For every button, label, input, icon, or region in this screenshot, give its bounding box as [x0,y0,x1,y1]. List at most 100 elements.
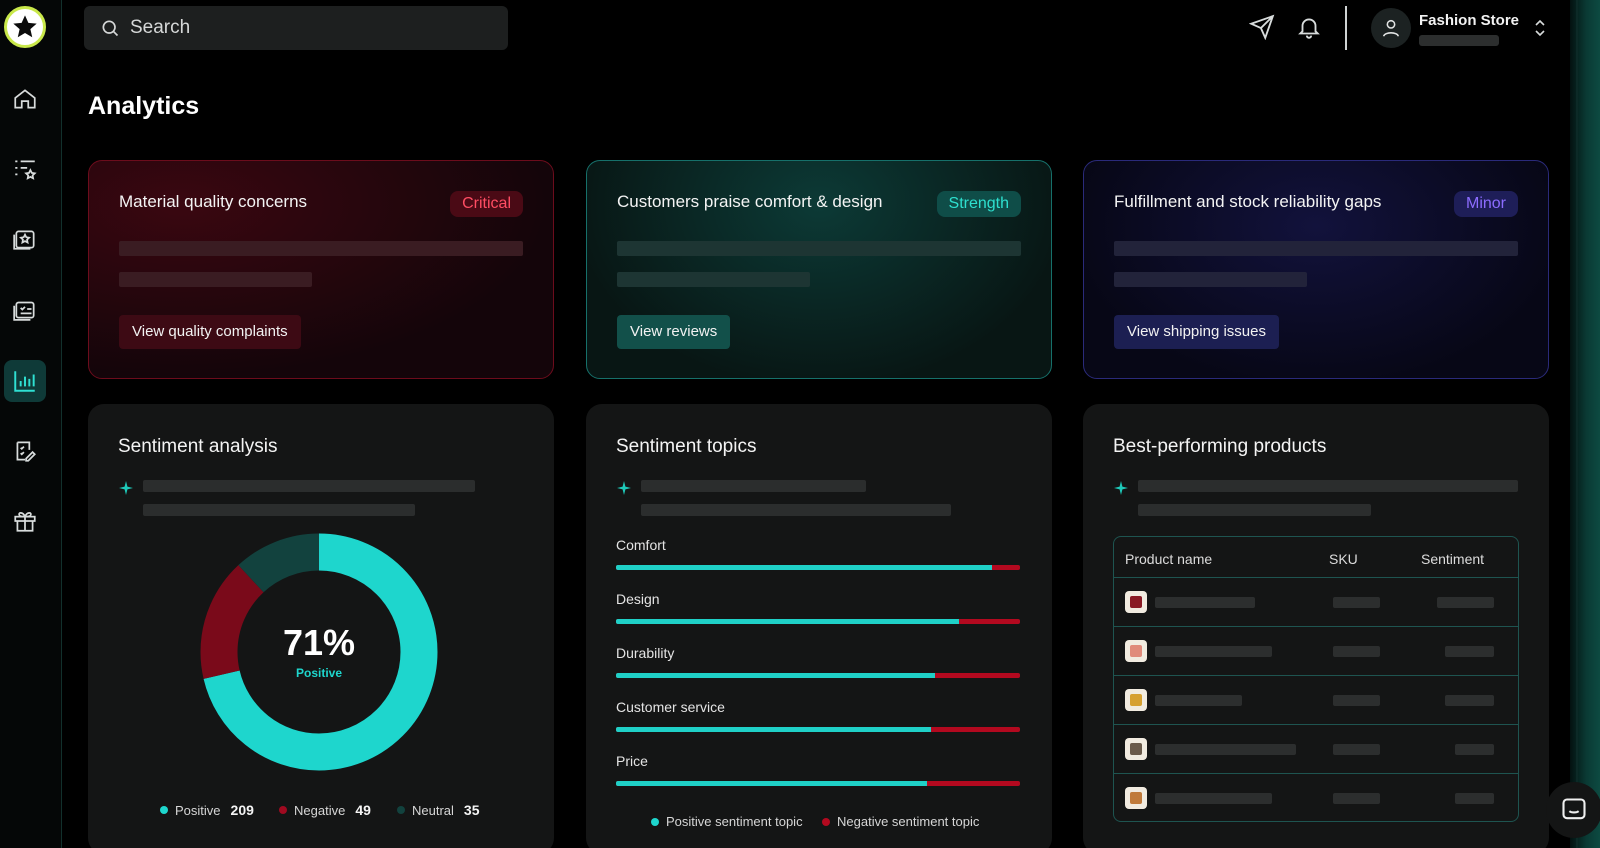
window-edge [1570,0,1600,848]
chat-icon [1562,798,1586,820]
text-placeholder [119,241,523,256]
product-thumbnail [1125,689,1147,711]
sidebar [0,0,62,848]
user-avatar[interactable] [1371,8,1411,48]
topic-label: Price [616,753,648,769]
search-input[interactable]: Search [84,6,508,50]
sentiment-analysis-card: Sentiment analysis 71% Positive Positive… [88,404,554,848]
products-table: Product name SKU Sentiment [1113,536,1519,822]
positive-percent: 71% [282,622,356,663]
positive-fill [616,781,928,786]
table-row[interactable] [1114,675,1518,724]
text-placeholder [617,241,1021,256]
reviews-icon[interactable] [4,218,46,260]
text-placeholder [1455,744,1494,755]
card-title: Sentiment analysis [118,436,278,457]
star-logo-icon[interactable] [4,6,46,48]
legend-neutral: Neutral 35 [397,802,480,818]
topic-label: Comfort [616,537,666,553]
topic-label: Design [616,591,660,607]
legend-label: Positive sentiment topic [666,814,803,829]
text-placeholder [143,504,415,516]
header-divider [1345,6,1347,50]
list-star-icon[interactable] [4,148,46,190]
text-placeholder [641,504,951,516]
text-placeholder [1333,793,1380,804]
text-placeholder [1455,793,1494,804]
topic-bar-comfort [616,565,1020,570]
legend-label: Negative [294,802,346,818]
text-placeholder [1445,646,1494,657]
text-placeholder [1333,744,1380,755]
legend-dot [279,806,287,814]
card-title: Sentiment topics [616,436,757,457]
chat-support-button[interactable] [1546,782,1600,838]
text-placeholder [1437,597,1494,608]
insight-card-fulfillment: Fulfillment and stock reliability gaps M… [1083,160,1549,379]
home-icon[interactable] [4,78,46,120]
insight-card-praise: Customers praise comfort & design Streng… [586,160,1052,379]
edge-divider [1576,0,1578,848]
view-quality-complaints-button[interactable]: View quality complaints [119,315,301,349]
column-header[interactable]: SKU [1329,551,1358,567]
card-title: Best-performing products [1113,436,1327,457]
legend-dot [397,806,405,814]
product-thumbnail [1125,738,1147,760]
text-placeholder [1114,241,1518,256]
legend-dot [651,817,659,826]
column-header[interactable]: Sentiment [1421,551,1484,567]
product-thumbnail [1125,640,1147,662]
bell-icon[interactable] [1296,14,1322,40]
status-badge: Critical [450,191,523,217]
best-products-card: Best-performing products Product name SK… [1083,404,1549,848]
search-icon [102,20,119,37]
analytics-icon[interactable] [4,360,46,402]
topic-bar-price [616,781,1020,786]
text-placeholder [1155,695,1242,706]
page-title: Analytics [88,92,200,120]
table-row[interactable] [1114,773,1518,821]
legend-label: Negative sentiment topic [837,814,980,829]
tasks-icon[interactable] [4,288,46,330]
insight-title: Material quality concerns [119,192,308,211]
text-placeholder [1114,272,1307,287]
legend-count: 209 [230,802,254,818]
insight-title: Customers praise comfort & design [617,192,883,211]
chevron-updown-icon[interactable] [1533,18,1547,38]
text-placeholder [1333,646,1380,657]
sparkle-icon [617,481,631,495]
table-row[interactable] [1114,577,1518,626]
text-placeholder [119,272,312,287]
send-icon[interactable] [1249,14,1275,40]
legend-positive: Positive 209 [160,802,254,818]
positive-fill [616,619,960,624]
text-placeholder [1138,504,1371,516]
view-reviews-button[interactable]: View reviews [617,315,731,349]
topic-bar-durability [616,673,1020,678]
table-row[interactable] [1114,626,1518,675]
legend-negative: Negative 49 [279,802,371,818]
topic-bar-customer-service [616,727,1020,732]
legend-dot [822,817,830,826]
positive-label: Positive [295,666,343,680]
legend-positive-topic: Positive sentiment topic [651,814,803,829]
text-placeholder [1333,597,1380,608]
store-name[interactable]: Fashion Store [1419,12,1519,29]
gift-icon[interactable] [4,500,46,542]
sparkle-icon [1114,481,1128,495]
text-placeholder [1155,646,1272,657]
view-shipping-issues-button[interactable]: View shipping issues [1114,315,1279,349]
legend-dot [160,806,168,814]
table-row[interactable] [1114,724,1518,773]
product-thumbnail [1125,787,1147,809]
column-header[interactable]: Product name [1125,551,1212,567]
status-badge: Minor [1453,191,1518,217]
positive-fill [616,673,936,678]
text-placeholder [1155,744,1296,755]
legend-negative-topic: Negative sentiment topic [822,814,979,829]
status-badge: Strength [936,191,1021,217]
edit-form-icon[interactable] [4,430,46,472]
store-subtitle-placeholder [1419,35,1499,46]
insight-card-quality: Material quality concerns Critical View … [88,160,554,379]
text-placeholder [143,480,475,492]
